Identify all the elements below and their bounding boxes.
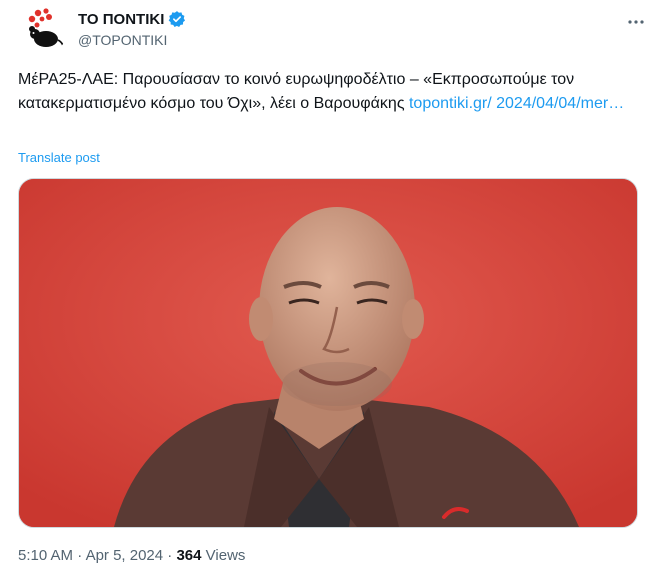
views-count[interactable]: 364 [176, 547, 201, 564]
more-options-icon[interactable] [626, 12, 646, 32]
tweet-time[interactable]: 5:10 AM [18, 547, 73, 564]
portrait-photo [19, 179, 637, 527]
handle[interactable]: @TOPONTIKI [78, 32, 167, 48]
media-photo[interactable] [18, 178, 638, 528]
tweet-date[interactable]: Apr 5, 2024 [86, 547, 164, 564]
tweet-header: ΤΟ ΠΟΝΤΙΚΙ @TOPONTIKI [18, 4, 648, 54]
name-row: ΤΟ ΠΟΝΤΙΚΙ [78, 10, 186, 28]
tweet-text: ΜέΡΑ25-ΛΑΕ: Παρουσίασαν το κοινό ευρωψηφ… [18, 68, 642, 116]
verified-badge-icon [168, 10, 186, 28]
tweet-card: ΤΟ ΠΟΝΤΙΚΙ @TOPONTIKI ΜέΡΑ25-ΛΑΕ: Παρουσ… [0, 0, 666, 578]
meta-separator: · [167, 547, 173, 564]
translate-post-link[interactable]: Translate post [18, 150, 100, 165]
article-link[interactable]: topontiki.gr/ 2024/04/04/mer… [409, 95, 624, 112]
pontiki-logo-icon [28, 8, 64, 51]
views-label: Views [205, 547, 246, 564]
tweet-meta: 5:10 AM · Apr 5, 2024 · 364 Views [18, 547, 245, 564]
meta-separator: · [77, 547, 83, 564]
display-name[interactable]: ΤΟ ΠΟΝΤΙΚΙ [78, 11, 164, 28]
avatar[interactable] [18, 4, 68, 54]
